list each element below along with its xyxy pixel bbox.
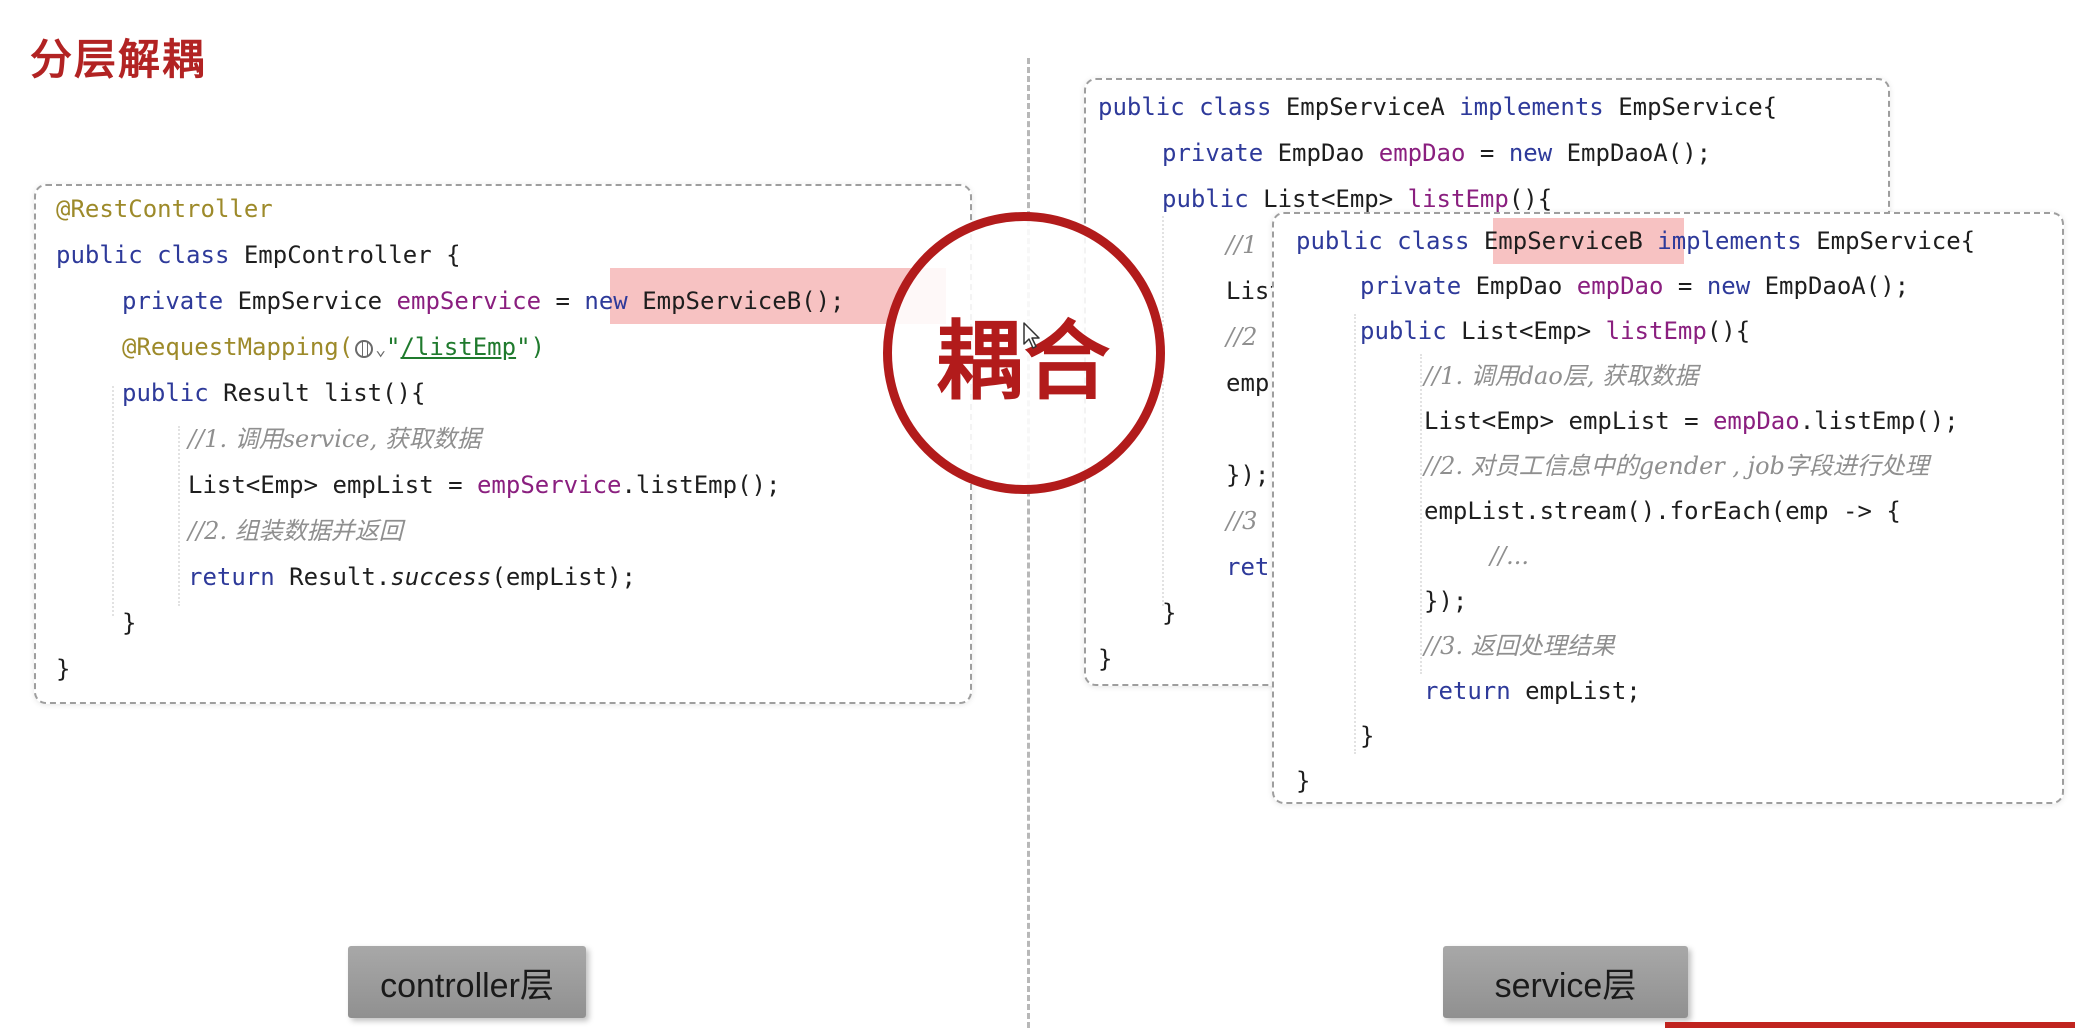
layer-divider (1027, 58, 1030, 1028)
controller-code-box: @RestController public class EmpControll… (34, 184, 972, 704)
code-line: public class EmpController { (56, 241, 461, 269)
code-line: @RequestMapping(⌄"/listEmp") (122, 333, 545, 361)
code-line: public class EmpServiceB implements EmpS… (1296, 227, 1976, 255)
code-line: } (122, 609, 137, 637)
code-line: @RestController (56, 195, 273, 223)
code-line: private EmpDao empDao = new EmpDaoA(); (1162, 139, 1712, 167)
coupling-label: 耦合 (936, 311, 1112, 412)
code-comment: //2. 对员工信息中的gender , job字段进行处理 (1424, 452, 1929, 480)
code-line: empList.stream().forEach(emp -> { (1424, 497, 1901, 525)
code-comment: //2. 组装数据并返回 (188, 517, 403, 545)
code-line: return empList; (1424, 677, 1641, 705)
code-line: List<Emp> empList = empDao.listEmp(); (1424, 407, 1959, 435)
slide-title: 分层解耦 (30, 35, 207, 84)
code-comment: //1 (1226, 231, 1258, 259)
code-comment: //3 (1226, 507, 1258, 535)
code-line: } (1098, 645, 1113, 673)
footer-accent-bar (1665, 1022, 2075, 1028)
code-line: List<Emp> empList = empService.listEmp()… (188, 471, 781, 499)
code-line: }); (1226, 461, 1270, 489)
coupling-circle: 耦合 (883, 212, 1165, 494)
service-layer-text: service层 (1494, 966, 1637, 1005)
code-line: } (1162, 599, 1177, 627)
globe-icon[interactable] (355, 340, 374, 358)
code-line: return Result.success(empList); (188, 563, 636, 591)
controller-layer-text: controller层 (380, 966, 554, 1005)
chevron-down-icon[interactable]: ⌄ (375, 339, 386, 360)
code-comment: //1. 调用dao层, 获取数据 (1424, 362, 1699, 390)
service-b-code-box: public class EmpServiceB implements EmpS… (1272, 212, 2064, 804)
code-line: public Result list(){ (122, 379, 426, 407)
code-comment: //3. 返回处理结果 (1424, 632, 1615, 660)
service-b-code: public class EmpServiceB implements EmpS… (1296, 218, 2062, 795)
code-comment: //... (1490, 542, 1530, 570)
mouse-cursor-icon (1023, 322, 1040, 349)
code-comment: //2 (1226, 323, 1258, 351)
code-line: } (56, 655, 71, 683)
code-line: public List<Emp> listEmp(){ (1360, 317, 1751, 345)
code-line: emp (1226, 369, 1270, 397)
code-comment: //1. 调用service, 获取数据 (188, 425, 481, 453)
code-line: public class EmpServiceA implements EmpS… (1098, 93, 1778, 121)
controller-code: @RestController public class EmpControll… (56, 186, 970, 683)
code-line: }); (1424, 587, 1468, 615)
code-line: } (1360, 722, 1375, 750)
code-line: private EmpService empService = new EmpS… (122, 287, 845, 315)
service-layer-label: service层 (1443, 946, 1688, 1018)
controller-layer-label: controller层 (348, 946, 586, 1018)
code-line: private EmpDao empDao = new EmpDaoA(); (1360, 272, 1910, 300)
code-line: ret (1226, 553, 1270, 581)
code-line: } (1296, 767, 1311, 795)
